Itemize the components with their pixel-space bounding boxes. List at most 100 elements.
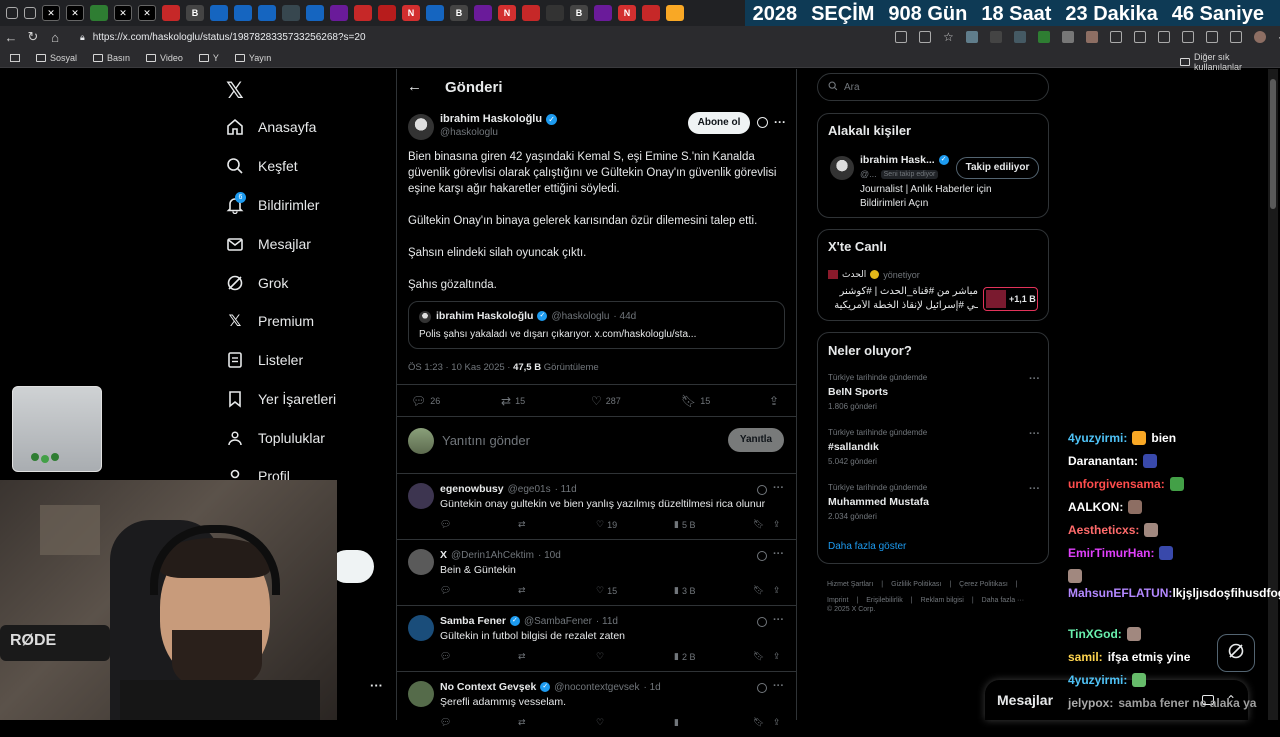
reply-like-action[interactable]: ♡ 15 [596, 585, 617, 596]
tab-purple-icon[interactable] [474, 5, 492, 21]
heart-pulse-icon[interactable] [1205, 31, 1218, 43]
tab-blue-icon[interactable] [210, 5, 228, 21]
tab-x-icon[interactable]: ✕ [138, 5, 156, 21]
nav-grok[interactable]: Grok [226, 274, 288, 292]
related-avatar[interactable] [830, 156, 854, 180]
nav-bookmarks[interactable]: Yer İşaretleri [226, 390, 336, 408]
profile-avatar-icon[interactable] [1253, 31, 1266, 43]
reply-repost-action[interactable]: ⇄ [518, 717, 529, 728]
tab-yellow-icon[interactable] [666, 5, 684, 21]
address-bar[interactable]: 🔒︎ https://x.com/haskologlu/status/19878… [80, 28, 900, 46]
repost-action[interactable]: ⇄ 15 [501, 394, 525, 408]
tab-list-icon[interactable] [24, 7, 36, 19]
extensions-icon[interactable] [1109, 31, 1122, 43]
reply-views-action[interactable]: ▮ 2 B [674, 651, 695, 662]
live-title-line[interactable]: ـي #إسرائيل لإنقاذ الخطة الأمريكية [828, 300, 978, 311]
tab-n-icon[interactable]: N [618, 5, 636, 21]
reply-avatar[interactable] [408, 615, 434, 641]
more-options-icon[interactable]: ··· [1029, 373, 1040, 385]
live-title-line[interactable]: مباشر من #قناة_الحدث | #كوشنر [828, 286, 978, 297]
tab-n-icon[interactable]: N [498, 5, 516, 21]
reply-reply-action[interactable]: 💬︎ [440, 651, 454, 662]
back-icon[interactable]: ← [0, 27, 22, 47]
reply-views-action[interactable]: ▮ 5 B [674, 519, 695, 530]
reply-repost-action[interactable]: ⇄ [518, 651, 529, 662]
grok-explain-icon[interactable] [757, 117, 768, 128]
bookmark-icon[interactable]: 🔖︎ [753, 651, 764, 662]
tab-red-icon[interactable] [522, 5, 540, 21]
reply-action[interactable]: 💬︎ 26 [411, 394, 440, 408]
reply-like-action[interactable]: ♡ [596, 651, 607, 662]
tab-x-icon[interactable]: ✕ [66, 5, 84, 21]
reply-reply-action[interactable]: 💬︎ [440, 717, 454, 728]
bookmark-folder-y[interactable]: Y [198, 53, 219, 63]
grok-explain-icon[interactable] [757, 617, 767, 627]
footer-link[interactable]: Reklam bilgisi [921, 593, 964, 609]
tab-blue-icon[interactable] [258, 5, 276, 21]
tab-purple-icon[interactable] [330, 5, 348, 21]
grok-explain-icon[interactable] [757, 683, 767, 693]
bookmark-icon[interactable]: 🔖︎ [753, 519, 764, 530]
nav-explore[interactable]: Keşfet [226, 157, 298, 175]
more-options-icon[interactable]: ··· [773, 482, 784, 494]
bookmark-folder-video[interactable]: Video [146, 53, 183, 63]
trend-item[interactable]: Türkiye tarihinde gündemde BeIN Sports 1.8… [828, 373, 1040, 423]
tab-flag-icon[interactable] [282, 5, 300, 21]
tab-red-icon[interactable] [378, 5, 396, 21]
more-options-icon[interactable]: ··· [1029, 428, 1040, 440]
reply-item[interactable]: X @Derin1AhCektim · 10d ··· Bein & Güntekin 💬… [397, 539, 796, 605]
extension-icon[interactable] [1013, 31, 1026, 43]
tab-blue-icon[interactable] [306, 5, 324, 21]
tab-blue-icon[interactable] [426, 5, 444, 21]
page-scrollbar[interactable] [1268, 69, 1278, 720]
reply-submit-button[interactable]: Yanıtla [728, 428, 784, 452]
back-arrow-icon[interactable]: ← [407, 78, 422, 95]
footer-link[interactable]: Daha fazla ··· [982, 593, 1024, 609]
reply-item[interactable]: No Context Gevşek ✓ @nocontextgevsek · 1d ··… [397, 671, 796, 737]
extension-green-icon[interactable] [1037, 31, 1050, 43]
nav-profile[interactable]: Profil [226, 468, 290, 480]
reply-author-name[interactable]: egenowbusy [440, 483, 504, 495]
bookmark-icon[interactable]: 🔖︎ [753, 585, 764, 596]
footer-link[interactable]: Çerez Politikası [959, 577, 1008, 593]
reply-reply-action[interactable]: 💬︎ [440, 585, 454, 596]
reply-repost-action[interactable]: ⇄ [518, 585, 529, 596]
following-button[interactable]: Takip ediliyor [956, 157, 1039, 179]
bookmark-folder-sosyal[interactable]: Sosyal [36, 53, 77, 63]
footer-link[interactable]: Gizlilik Politikası [891, 577, 941, 593]
nav-communities[interactable]: Topluluklar [226, 429, 325, 447]
live-host-row[interactable]: الحدث yönetiyor [828, 269, 920, 280]
reply-input[interactable]: Yanıtını gönder [442, 433, 530, 448]
x-logo-icon[interactable]: 𝕏 [226, 78, 244, 104]
nav-premium[interactable]: 𝕏 Premium [226, 312, 314, 330]
reload-icon[interactable]: ↻ [22, 27, 44, 47]
bookmark-folder-yayin[interactable]: Yayın [234, 53, 271, 63]
reply-views-action[interactable]: ▮ 3 B [674, 585, 695, 596]
other-bookmarks[interactable]: Diğer sık kullanılanlar [1180, 52, 1280, 72]
more-options-icon[interactable]: ··· [1029, 483, 1040, 495]
search-box[interactable]: Ara [817, 73, 1049, 101]
tab-blue-icon[interactable] [234, 5, 252, 21]
more-options-icon[interactable]: ··· [773, 614, 784, 626]
reply-author-name[interactable]: No Context Gevşek [440, 681, 536, 693]
home-browser-icon[interactable]: ⌂ [44, 27, 66, 47]
bookmark-action[interactable]: 🔖︎ 15 [681, 394, 710, 408]
reply-author-name[interactable]: Samba Fener [440, 615, 506, 627]
tab-dark-icon[interactable] [546, 5, 564, 21]
reply-like-action[interactable]: ♡ [596, 717, 607, 728]
tab-purple-icon[interactable] [594, 5, 612, 21]
live-viewers-pill[interactable]: +1,1 B [983, 287, 1038, 311]
extension-icon[interactable] [989, 31, 1002, 43]
grok-explain-icon[interactable] [757, 551, 767, 561]
grok-float-button[interactable] [1217, 634, 1255, 672]
favorite-star-icon[interactable]: ☆ [943, 30, 954, 44]
extension-icon[interactable] [965, 31, 978, 43]
tab-b-icon[interactable]: B [570, 5, 588, 21]
more-options-icon[interactable]: ··· [773, 680, 784, 692]
nav-messages[interactable]: Mesajlar [226, 235, 311, 253]
author-avatar[interactable] [408, 114, 434, 140]
share-icon[interactable]: ⇪ [773, 519, 781, 530]
tab-b-icon[interactable]: B [450, 5, 468, 21]
nav-home[interactable]: Anasayfa [226, 118, 316, 136]
reply-item[interactable]: egenowbusy @ege01s · 11d ··· Güntekin onay g… [397, 473, 796, 539]
